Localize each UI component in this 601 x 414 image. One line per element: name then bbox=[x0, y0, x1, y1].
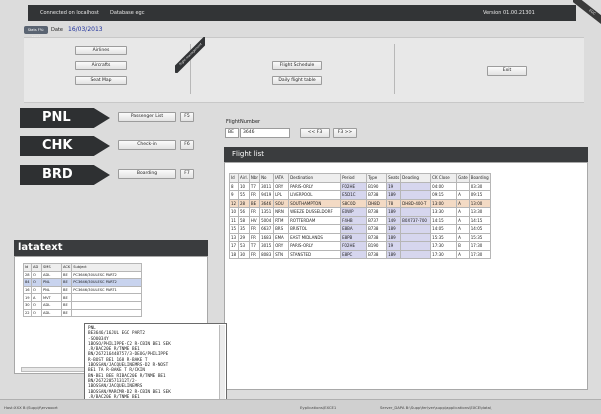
flight-management-ribbon: flight management bbox=[175, 37, 205, 73]
table-row-selected[interactable]: 12 28 BE 3646 SOU SOUTHAMPTON S8C0D DH8D 78 DH8D-… bbox=[229, 198, 491, 208]
previous-flight-button[interactable]: << F3 bbox=[300, 128, 330, 138]
column-header[interactable]: Period bbox=[340, 173, 368, 183]
flight-schedule-button[interactable]: Flight Schedule bbox=[272, 61, 322, 70]
column-header[interactable]: Gate bbox=[456, 173, 470, 183]
column-header[interactable]: Subject bbox=[71, 263, 143, 272]
column-header[interactable]: Deading bbox=[400, 173, 432, 183]
table-row[interactable]: 22 O ADL BE bbox=[23, 308, 143, 318]
status-path: Eyplications\EXCE1 bbox=[300, 405, 337, 410]
flight-code-input[interactable]: BE bbox=[225, 128, 239, 138]
f7-key-button[interactable]: F7 bbox=[180, 169, 194, 179]
f6-key-button[interactable]: F6 bbox=[180, 140, 194, 150]
column-header[interactable]: Boarding bbox=[468, 173, 491, 183]
next-flight-button[interactable]: F3 >> bbox=[333, 128, 357, 138]
date-value: 16/03/2013 bbox=[68, 26, 103, 33]
column-header[interactable]: Type bbox=[366, 173, 388, 183]
column-header[interactable]: Destination bbox=[288, 173, 342, 183]
title-bar: Connected on localhost Database egc Vers… bbox=[28, 5, 576, 21]
table-row[interactable]: 10 56 FR 1351 NRN WEEZE DUSSELDORF E0WP B738 189… bbox=[229, 207, 491, 217]
divider bbox=[394, 44, 395, 94]
table-row[interactable]: 11 58 HV 5004 RTM ROTTERDAM F4HB B737 149 B0X737-… bbox=[229, 215, 491, 225]
connection-status: Connected on localhost bbox=[40, 10, 99, 16]
version-label: Version 01.00.21301 bbox=[483, 10, 535, 16]
passenger-list-button[interactable]: Passenger List bbox=[118, 112, 176, 122]
flight-list-panel: Id Airl. Nbr No IATA Destination Period … bbox=[224, 162, 588, 390]
status-bar: Host:XXX B:\Supp\f\ervaoort Eyplications… bbox=[0, 399, 601, 414]
check-in-button[interactable]: Check-in bbox=[118, 140, 176, 150]
chk-section-label: CHK bbox=[20, 136, 110, 156]
number-label: Number bbox=[240, 119, 261, 125]
pnl-section-label: PNL bbox=[20, 108, 110, 128]
column-header[interactable]: Id bbox=[23, 263, 32, 272]
table-row[interactable]: 19 A MVT BE bbox=[23, 293, 143, 302]
table-row[interactable]: 8 10 T7 3011 ORY PARIS-ORLY F02HE B190 19 04:00 03… bbox=[229, 181, 491, 191]
column-header[interactable]: Seats bbox=[386, 173, 402, 183]
flight-list-title: Flight list bbox=[224, 147, 588, 162]
table-row[interactable]: 13 29 FR 1683 EMA EAST MIDLANDS E8PB B738 189 15:… bbox=[229, 232, 491, 242]
column-header[interactable]: IATA bbox=[273, 173, 290, 183]
column-header[interactable]: Nbr bbox=[248, 173, 261, 183]
brd-section-label: BRD bbox=[20, 165, 110, 185]
status-host: Host:XXX B:\Supp\f\ervaoort bbox=[4, 405, 58, 410]
database-label: Database egc bbox=[110, 10, 145, 16]
table-row[interactable]: 9 55 FR 9419 LPL LIVERPOOL E5D1C B738 189 09:15 A 0… bbox=[229, 190, 491, 200]
column-header[interactable]: Airl. bbox=[238, 173, 250, 183]
column-header[interactable]: No bbox=[259, 173, 275, 183]
flight-table-header: Id Airl. Nbr No IATA Destination Period … bbox=[229, 173, 491, 183]
column-header[interactable]: AD bbox=[31, 263, 42, 272]
table-row[interactable]: 30 O ADL BE bbox=[23, 300, 143, 310]
datatext-table-header: Id AD SMS ACK Subject bbox=[23, 263, 143, 272]
station-badge: Stats F%: 8806 bbox=[24, 26, 48, 40]
table-row-selected[interactable]: 84 O PNL BE PC3646/30ULESC PART2 bbox=[23, 278, 143, 287]
table-row[interactable]: 15 35 FR 6637 BRS BRISTOL E8BA B738 189 14:05 A 14:… bbox=[229, 224, 491, 234]
column-header[interactable]: ACK bbox=[60, 263, 73, 272]
table-row[interactable]: 18 30 FR 8083 STN STANSTED E8PC B738 189 17:30 A 17… bbox=[229, 249, 491, 259]
flight-number-input[interactable]: 3646 bbox=[240, 128, 290, 138]
airlines-button[interactable]: Airlines bbox=[75, 46, 127, 55]
daily-flight-table-button[interactable]: Daily flight table bbox=[272, 76, 322, 85]
flight-label: Flight bbox=[226, 119, 240, 125]
column-header[interactable]: SMS bbox=[41, 263, 62, 272]
exit-button[interactable]: Exit bbox=[487, 66, 527, 76]
f5-key-button[interactable]: F5 bbox=[180, 112, 194, 122]
column-header[interactable]: CK Close bbox=[430, 173, 458, 183]
seat-map-button[interactable]: Seat Map bbox=[75, 76, 127, 85]
status-server: Server_DAPA B:\Supp\fer\ver\supp\applica… bbox=[380, 405, 492, 410]
column-header[interactable]: Id bbox=[229, 173, 239, 183]
table-row[interactable]: 16 O PNL BE PC3646/30ULESC PART1 bbox=[23, 285, 143, 295]
table-row[interactable]: 28 O ADL BE PC3646/30ULESC PART2 bbox=[23, 270, 143, 280]
aircrafts-button[interactable]: Aircrafts bbox=[75, 61, 127, 70]
table-row[interactable]: 17 53 T7 3015 ORY PARIS-ORLY F02HE B190 19 17:30 B… bbox=[229, 241, 491, 251]
date-label: Date bbox=[51, 27, 63, 33]
datatext-title: latatext bbox=[14, 240, 208, 256]
corner-ribbon: EGC bbox=[573, 0, 601, 30]
flight-table: Id Airl. Nbr No IATA Destination Period … bbox=[229, 173, 491, 259]
boarding-button[interactable]: Boarding bbox=[118, 169, 176, 179]
datatext-table: Id AD SMS ACK Subject 28 O ADL BE PC3646/30U… bbox=[23, 263, 143, 318]
